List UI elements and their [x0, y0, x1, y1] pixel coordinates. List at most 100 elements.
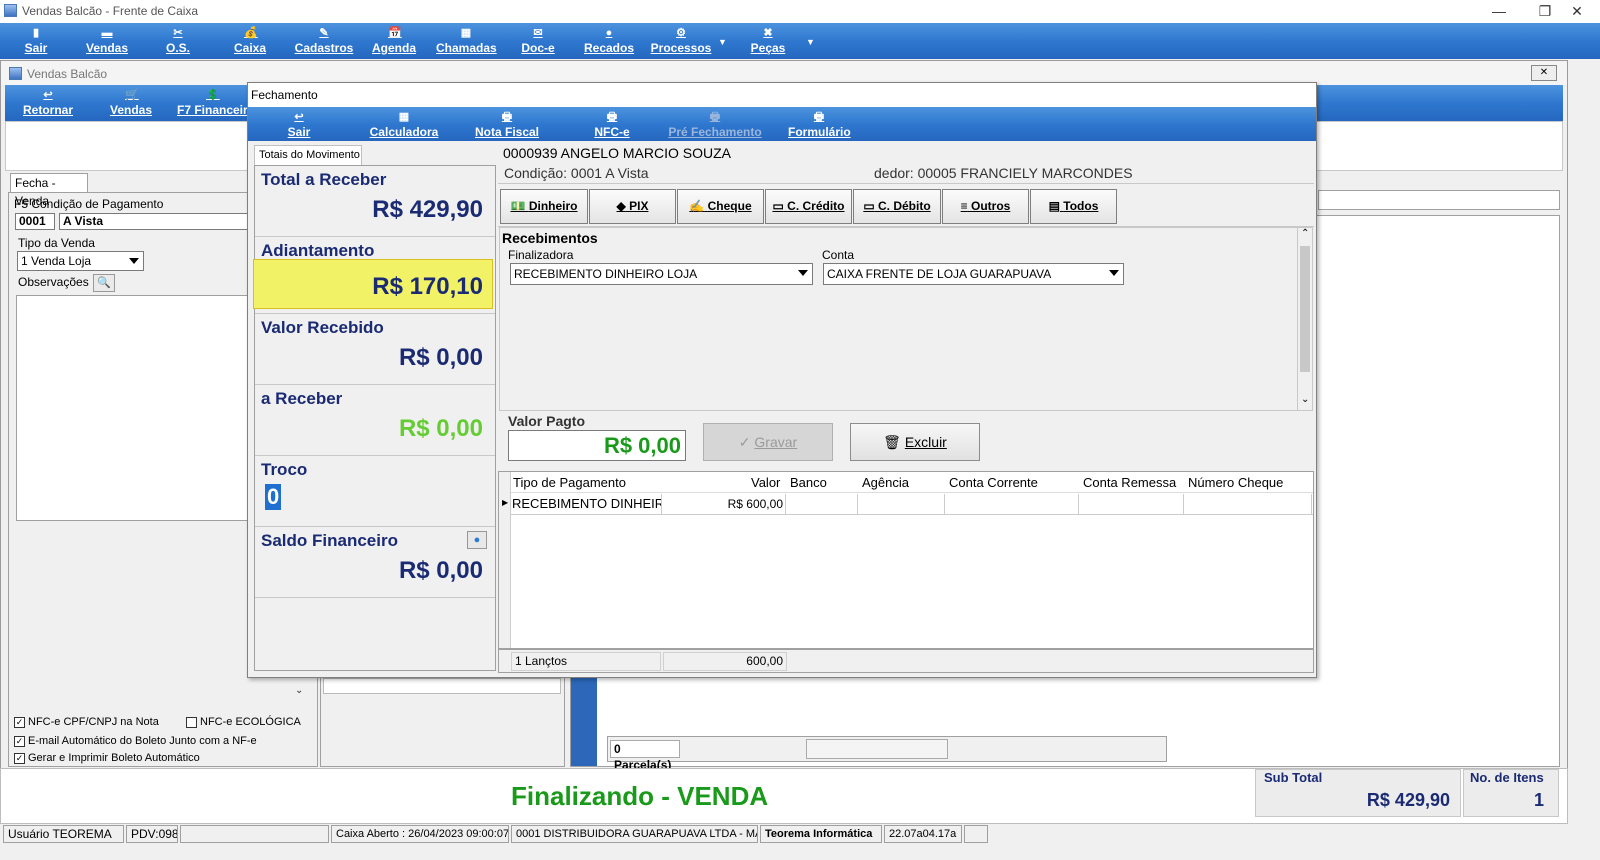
subtotal-label: Sub Total — [1264, 770, 1323, 785]
col-tipo-pagamento[interactable]: Tipo de Pagamento — [513, 475, 626, 490]
parcelas-footer: 0 Parcela(s) — [607, 736, 1167, 772]
troco-value[interactable]: 0 — [265, 484, 282, 510]
toolbar-os-button[interactable]: ✂ O.S. — [160, 27, 196, 55]
processos-dropdown-icon[interactable]: ▼ — [718, 37, 727, 47]
dollar-icon: 💲 — [206, 89, 220, 101]
tipo-venda-value: 1 Venda Loja — [21, 254, 92, 268]
pix-icon: ◆ — [616, 199, 626, 213]
dialog-title: Fechamento — [251, 88, 318, 102]
financeiro-button[interactable]: 💲F7 Financeiro — [177, 89, 247, 117]
app-icon — [4, 4, 17, 17]
trash-icon: 🗑 — [883, 434, 901, 450]
exit-icon: ▮ — [32, 27, 40, 39]
toolbar-doce-button[interactable]: ✉ Doc-e — [518, 27, 558, 55]
toolbar-sair-button[interactable]: ▮ Sair — [20, 27, 52, 55]
toolbar-recados-button[interactable]: ● Recados — [582, 27, 636, 55]
row-pointer-icon: ▶ — [502, 498, 509, 507]
close-button[interactable]: ✕ — [1554, 0, 1600, 23]
printer-icon: 🖶 — [606, 111, 618, 123]
scroll-up-icon[interactable]: ⌃ — [1301, 228, 1309, 239]
status-caixa-aberto: Caixa Aberto : 26/04/2023 09:00:07 — [331, 825, 509, 843]
excluir-button[interactable]: 🗑 Excluir — [850, 423, 980, 461]
child-vendas-button[interactable]: 🛒 Vendas — [109, 89, 153, 117]
conta-label: Conta — [822, 248, 855, 262]
pecas-dropdown-icon[interactable]: ▼ — [806, 37, 815, 47]
scroll-thumb[interactable] — [1300, 246, 1310, 372]
tipo-venda-select[interactable]: 1 Venda Loja — [17, 251, 144, 271]
pre-fechamento-button[interactable]: 🖶 Pré Fechamento — [668, 111, 762, 139]
toolbar-vendas-button[interactable]: ▬ Vendas — [82, 27, 132, 55]
dialog-toolbar: ↩ Sair ▦ Calculadora 🖶 Nota Fiscal 🖶 NFC-e 🖶… — [248, 107, 1316, 141]
credito-button[interactable]: ▭ C. Crédito — [765, 189, 852, 224]
totals-panel: Total a Receber R$ 429,90 Adiantamento R… — [253, 165, 496, 671]
printer-icon: 🖶 — [501, 111, 513, 123]
troco-box: Troco 0 — [255, 456, 495, 527]
info-circle-icon[interactable]: ● — [467, 531, 487, 549]
saldo-financeiro-label: Saldo Financeiro — [261, 531, 398, 550]
finalizadora-select[interactable]: RECEBIMENTO DINHEIRO LOJA — [510, 263, 813, 285]
col-conta-remessa[interactable]: Conta Remessa — [1083, 475, 1176, 490]
nota-fiscal-button[interactable]: 🖶 Nota Fiscal — [474, 111, 540, 139]
grid-row-indicator-column: ▶ — [499, 472, 511, 648]
lancamentos-count: 1 Lançtos — [511, 652, 661, 671]
conta-select[interactable]: CAIXA FRENTE DE LOJA GUARAPUAVA — [823, 263, 1124, 285]
condicao-code-field[interactable]: 0001 — [15, 213, 55, 230]
condicao-name-field[interactable]: A Vista — [59, 213, 249, 230]
scroll-down-icon[interactable]: ⌄ — [295, 685, 303, 696]
tab-fecha-venda[interactable]: Fecha - Venda — [10, 173, 88, 208]
debito-button[interactable]: ▭ C. Débito — [853, 189, 941, 224]
formulario-button[interactable]: 🖶 Formulário — [788, 111, 851, 139]
toolbar-pecas-button[interactable]: ✖ Peças — [748, 27, 788, 55]
pix-button[interactable]: ◆ PIX — [589, 189, 676, 224]
col-conta-corrente[interactable]: Conta Corrente — [949, 475, 1038, 490]
toolbar-chamadas-button[interactable]: ▦ Chamadas — [436, 27, 497, 55]
observacoes-textarea[interactable] — [16, 295, 248, 521]
minimize-button[interactable]: — — [1476, 0, 1522, 23]
todos-button[interactable]: ▤ Todos — [1030, 189, 1117, 224]
cheque-button[interactable]: ✍ Cheque — [677, 189, 764, 224]
itens-value: 1 — [1533, 790, 1544, 810]
cell-agencia — [858, 494, 945, 515]
cell-conta-remessa — [1079, 494, 1184, 515]
middle-field — [323, 678, 561, 694]
window-title: Vendas Balcão - Frente de Caixa — [22, 4, 199, 18]
total-receber-label: Total a Receber — [261, 170, 387, 189]
dialog-sair-button[interactable]: ↩ Sair — [282, 111, 316, 139]
conta-value: CAIXA FRENTE DE LOJA GUARAPUAVA — [827, 267, 1052, 281]
email-boleto-checkbox[interactable]: ✓ — [14, 736, 25, 747]
payments-grid: ▶ Tipo de Pagamento Valor Banco Agência … — [498, 471, 1314, 649]
search-icon[interactable]: 🔍 — [93, 274, 115, 292]
saldo-financeiro-value: R$ 0,00 — [398, 557, 483, 584]
valor-pagto-input[interactable]: R$ 0,00 — [508, 430, 686, 461]
gravar-button[interactable]: ✓ Gravar — [703, 423, 833, 461]
outros-button[interactable]: ≡ Outros — [942, 189, 1029, 224]
scroll-down-icon[interactable]: ⌄ — [1301, 394, 1309, 405]
status-pdv: PDV:098 — [126, 825, 178, 843]
adiantamento-label: Adiantamento — [261, 241, 375, 260]
nfce-cpf-checkbox[interactable]: ✓ — [14, 717, 25, 728]
calendar-icon: 📅 — [388, 27, 402, 39]
tab-totais-movimento[interactable]: Totais do Movimento — [254, 145, 362, 165]
toolbar-processos-button[interactable]: ⚙ Processos — [650, 27, 712, 55]
printer-icon: 🖶 — [709, 111, 721, 123]
dinheiro-button[interactable]: 💵 Dinheiro — [500, 189, 588, 224]
child-close-button[interactable]: ✕ — [1531, 65, 1557, 81]
retornar-button[interactable]: ↩ Retornar — [23, 89, 73, 117]
col-numero-cheque[interactable]: Número Cheque — [1188, 475, 1283, 490]
nfce-ecologica-checkbox[interactable] — [186, 717, 197, 728]
gerar-boleto-checkbox[interactable]: ✓ — [14, 753, 25, 764]
col-agencia[interactable]: Agência — [862, 475, 909, 490]
cliente-name: 0000939 ANGELO MARCIO SOUZA — [503, 145, 731, 161]
table-row[interactable]: RECEBIMENTO DINHEIR R$ 600,00 — [511, 494, 1313, 515]
cheque-icon: ✍ — [689, 199, 705, 213]
col-banco[interactable]: Banco — [790, 475, 827, 490]
check-icon: ✓ — [738, 434, 751, 450]
toolbar-caixa-button[interactable]: 💰 Caixa — [230, 27, 270, 55]
col-valor[interactable]: Valor — [751, 475, 780, 490]
nfce-button[interactable]: 🖶 NFC-e — [590, 111, 634, 139]
toolbar-agenda-button[interactable]: 📅 Agenda — [370, 27, 418, 55]
recebimentos-scrollbar[interactable]: ⌃ ⌄ — [1297, 227, 1313, 411]
calculadora-button[interactable]: ▦ Calculadora — [368, 111, 440, 139]
toolbar-cadastros-button[interactable]: ✎ Cadastros — [292, 27, 356, 55]
cross-tools-icon: ✖ — [763, 27, 773, 39]
